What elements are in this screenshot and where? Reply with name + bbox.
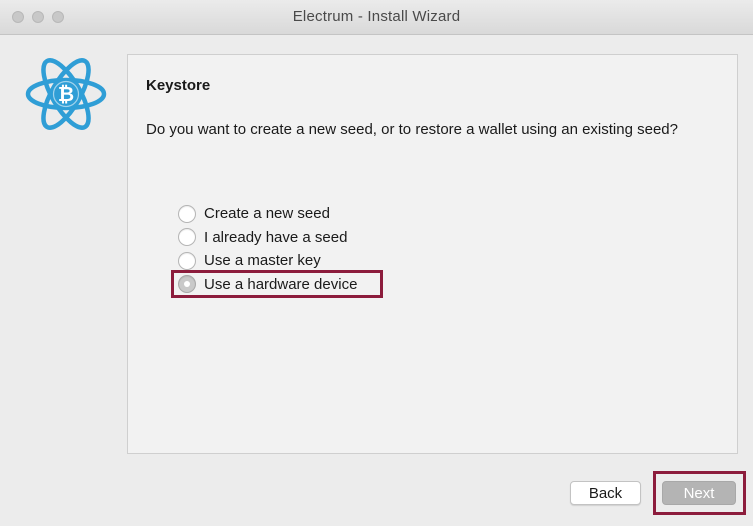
hardware-device-highlight-box: [171, 270, 383, 298]
radio-button[interactable]: [178, 204, 196, 223]
keystore-question: Do you want to create a new seed, or to …: [146, 121, 678, 138]
option-create-new-seed[interactable]: Create a new seed: [178, 202, 357, 226]
window-title: Electrum - Install Wizard: [292, 8, 461, 25]
radio-button[interactable]: [178, 251, 196, 270]
title-bar[interactable]: Electrum - Install Wizard: [0, 0, 753, 35]
electrum-bitcoin-logo-icon: ₿: [25, 58, 107, 130]
svg-text:₿: ₿: [58, 82, 74, 106]
radio-button[interactable]: [178, 228, 196, 247]
option-label: Create a new seed: [204, 205, 330, 223]
keystore-panel: Keystore Do you want to create a new see…: [127, 54, 738, 454]
panel-heading: Keystore: [146, 77, 211, 94]
next-button-highlight-box: [653, 471, 746, 515]
option-already-have-seed[interactable]: I already have a seed: [178, 226, 357, 250]
option-label: I already have a seed: [204, 228, 348, 246]
option-master-key[interactable]: Use a master key: [178, 249, 357, 273]
install-wizard-window: Electrum - Install Wizard ₿ Keystore Do …: [0, 0, 753, 526]
back-button[interactable]: Back: [570, 481, 641, 505]
option-label: Use a master key: [204, 252, 321, 270]
